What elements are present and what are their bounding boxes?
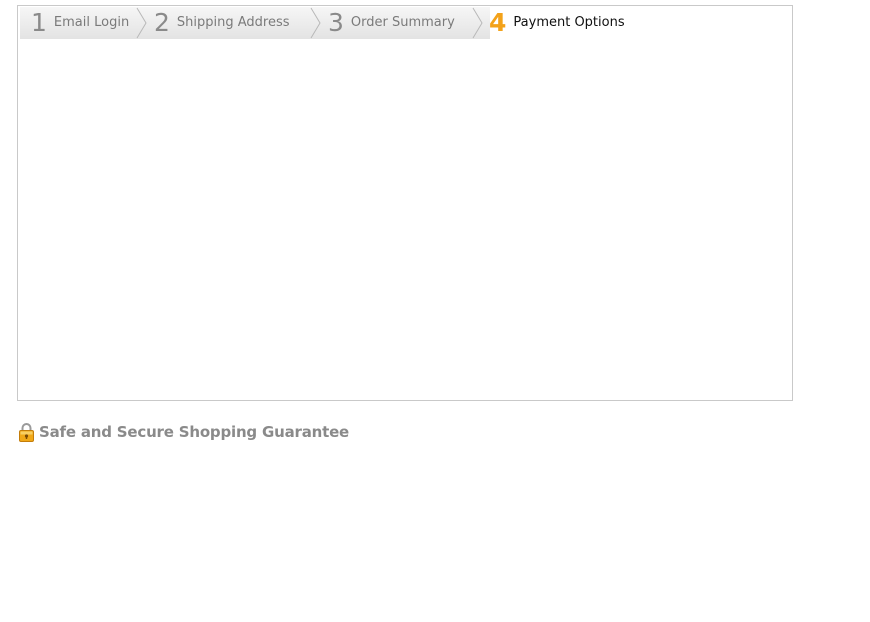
step-number: 1 [31,8,47,37]
step-label: Shipping Address [176,15,290,30]
step-number: 2 [154,8,170,37]
step-label: Email Login [53,15,130,30]
step-shipping-address[interactable]: 2 Shipping Address [154,7,290,39]
step-divider-2 [310,7,321,39]
step-divider-3 [472,7,483,39]
step-payment-options: 4 Payment Options [489,7,625,39]
step-order-summary[interactable]: 3 Order Summary [328,7,455,39]
checkout-panel: 1 Email Login 2 Shipping Address 3 Order… [17,5,793,401]
step-label: Payment Options [513,15,625,30]
step-label: Order Summary [350,15,455,30]
step-number: 4 [489,8,507,37]
checkout-steps: 1 Email Login 2 Shipping Address 3 Order… [20,7,790,39]
secure-text: Safe and Secure Shopping Guarantee [39,423,350,441]
step-number: 3 [328,8,344,37]
secure-shopping-guarantee: Safe and Secure Shopping Guarantee [18,421,349,443]
step-email-login[interactable]: 1 Email Login [31,7,129,39]
lock-icon [19,423,34,442]
step-divider-1 [136,7,147,39]
